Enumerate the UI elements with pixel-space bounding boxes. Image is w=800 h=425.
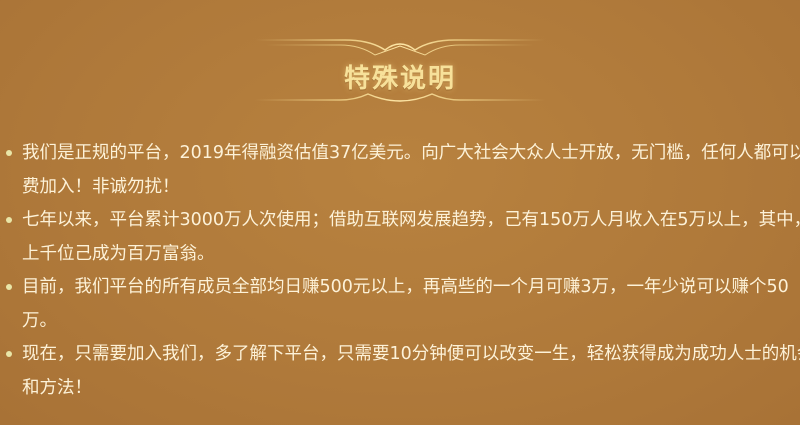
item-text-line: 费加入！非诚勿扰！ — [22, 176, 180, 197]
bullet-icon — [6, 150, 12, 156]
bullet-icon — [6, 284, 12, 290]
item-text-line: 和方法！ — [22, 377, 92, 398]
item-text-line: 现在，只需要加入我们，多了解下平台，只需要10分钟便可以改变一生，轻松获得成为成… — [22, 344, 800, 364]
section-header: 特殊说明 — [0, 0, 800, 130]
item-text-line: 万。 — [22, 310, 57, 331]
page-title: 特殊说明 — [343, 64, 456, 94]
item-text-line: 目前，我们平台的所有成员全部均日赚500元以上，再高些的一个月可赚3万，一年少说… — [22, 277, 789, 297]
bullet-icon — [6, 351, 12, 357]
list-item: 现在，只需要加入我们，多了解下平台，只需要10分钟便可以改变一生，轻松获得成为成… — [0, 338, 800, 405]
item-text-line: 我们是正规的平台，2019年得融资估值37亿美元。向广大社会大众人士开放，无门槛… — [22, 143, 800, 163]
item-text-line: 上千位己成为百万富翁。 — [22, 243, 215, 264]
list-item: 我们是正规的平台，2019年得融资估值37亿美元。向广大社会大众人士开放，无门槛… — [0, 137, 800, 204]
notice-list: 我们是正规的平台，2019年得融资估值37亿美元。向广大社会大众人士开放，无门槛… — [0, 137, 800, 405]
bullet-icon — [6, 217, 12, 223]
item-text-line: 七年以来，平台累计3000万人次使用；借助互联网发展趋势，己有150万人月收入在… — [22, 210, 800, 230]
list-item: 目前，我们平台的所有成员全部均日赚500元以上，再高些的一个月可赚3万，一年少说… — [0, 271, 800, 338]
list-item: 七年以来，平台累计3000万人次使用；借助互联网发展趋势，己有150万人月收入在… — [0, 204, 800, 271]
